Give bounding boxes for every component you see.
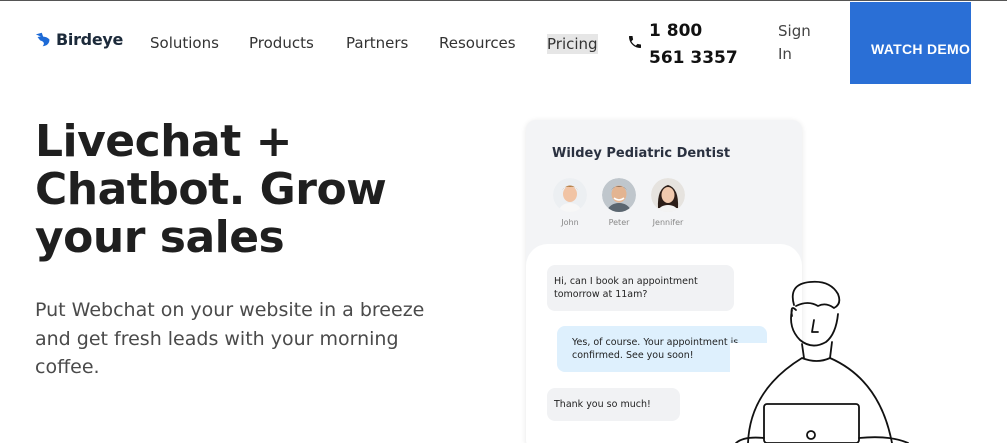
hero-title: Livechat + Chatbot. Grow your sales — [35, 116, 387, 263]
john-avatar — [553, 178, 587, 212]
message-bubble: Thank you so much! — [547, 388, 680, 421]
agent-peter: Peter — [594, 178, 644, 227]
phone-link[interactable]: 1 800 561 3357 — [627, 18, 739, 72]
message-bubble: Hi, can I book an appointment tomorrow a… — [547, 265, 734, 311]
nav-partners[interactable]: Partners — [346, 34, 408, 52]
jennifer-avatar — [651, 178, 685, 212]
phone-icon — [629, 36, 641, 48]
birdeye-logo[interactable]: Birdeye — [35, 30, 123, 49]
nav-products[interactable]: Products — [249, 34, 314, 52]
top-border — [0, 0, 1007, 1]
agent-name-john: John — [561, 218, 579, 227]
watch-demo-button[interactable]: WATCH DEMO — [850, 2, 971, 84]
brand-name: Birdeye — [56, 30, 124, 49]
phone-number: 1 800 561 3357 — [649, 21, 738, 68]
agent-name-jennifer: Jennifer — [652, 218, 684, 227]
business-name: Wildey Pediatric Dentist — [552, 146, 731, 161]
agent-jennifer: Jennifer — [643, 178, 693, 227]
hero-subtitle: Put Webchat on your website in a breeze … — [35, 299, 425, 378]
nav-pricing[interactable]: Pricing — [547, 34, 598, 54]
nav-resources[interactable]: Resources — [439, 34, 516, 52]
agent-name-peter: Peter — [608, 218, 630, 227]
agent-john: John — [545, 178, 595, 227]
signin-link[interactable]: Sign In — [778, 20, 824, 66]
person-with-laptop-illustration — [730, 280, 910, 443]
peter-avatar — [602, 178, 636, 212]
birdeye-logo-icon — [35, 32, 50, 47]
nav-solutions[interactable]: Solutions — [150, 34, 219, 52]
